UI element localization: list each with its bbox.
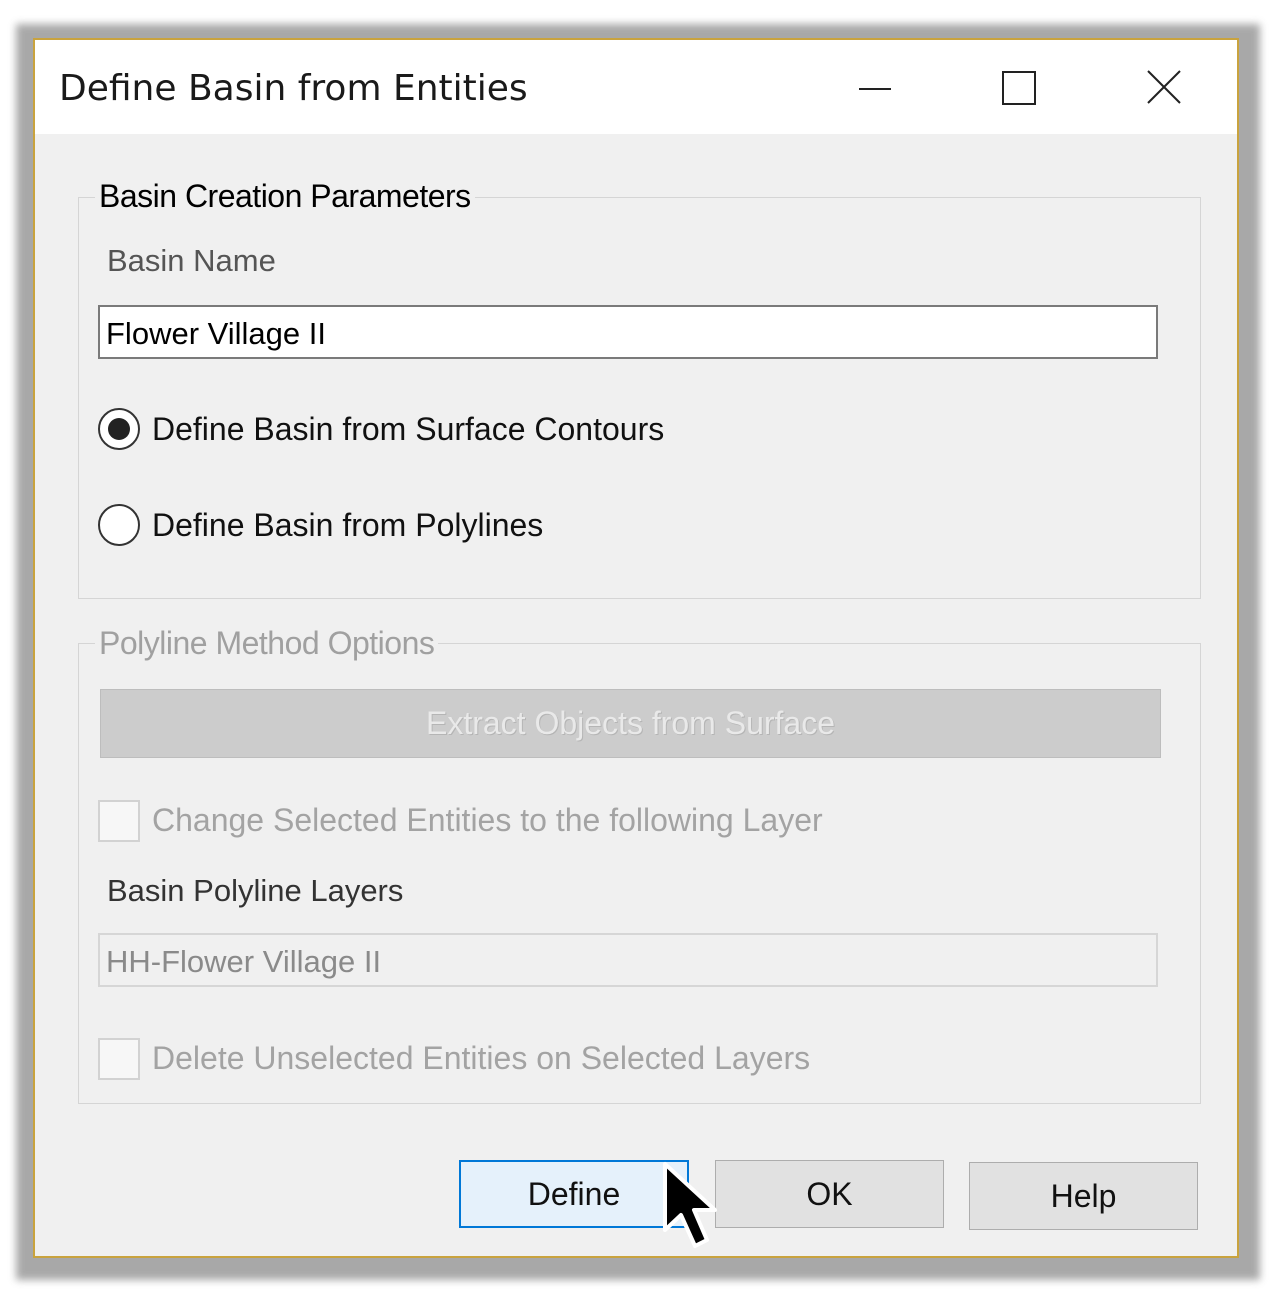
- basin-creation-legend: Basin Creation Parameters: [95, 178, 475, 215]
- close-button[interactable]: [1131, 60, 1197, 116]
- polyline-options-legend: Polyline Method Options: [95, 625, 439, 662]
- define-button[interactable]: Define: [459, 1160, 689, 1228]
- delete-unselected-label[interactable]: Delete Unselected Entities on Selected L…: [152, 1040, 810, 1077]
- radio-polylines-label[interactable]: Define Basin from Polylines: [152, 507, 543, 544]
- delete-unselected-checkbox[interactable]: [98, 1038, 140, 1080]
- change-layer-label[interactable]: Change Selected Entities to the followin…: [152, 802, 823, 839]
- minimize-icon: [859, 88, 891, 90]
- help-button[interactable]: Help: [969, 1162, 1198, 1230]
- basin-polyline-layers-label: Basin Polyline Layers: [107, 873, 404, 908]
- dialog-window: Define Basin from Entities Basin Creatio…: [33, 38, 1239, 1258]
- basin-polyline-layers-input[interactable]: HH-Flower Village II: [98, 933, 1158, 987]
- minimize-button[interactable]: [841, 60, 907, 116]
- extract-objects-button[interactable]: Extract Objects from Surface: [100, 689, 1161, 758]
- ok-button[interactable]: OK: [715, 1160, 944, 1228]
- radio-surface-contours-label[interactable]: Define Basin from Surface Contours: [152, 411, 664, 448]
- basin-name-input[interactable]: Flower Village II: [98, 305, 1158, 359]
- mouse-pointer-icon: [663, 1162, 717, 1248]
- maximize-icon: [1002, 71, 1036, 105]
- radio-surface-contours[interactable]: [98, 408, 140, 450]
- radio-polylines[interactable]: [98, 504, 140, 546]
- basin-name-label: Basin Name: [107, 243, 276, 278]
- radio-selected-dot: [108, 418, 130, 440]
- maximize-button[interactable]: [985, 60, 1051, 116]
- window-title: Define Basin from Entities: [59, 68, 528, 109]
- close-icon: [1147, 70, 1181, 104]
- change-layer-checkbox[interactable]: [98, 800, 140, 842]
- title-bar[interactable]: Define Basin from Entities: [35, 40, 1237, 134]
